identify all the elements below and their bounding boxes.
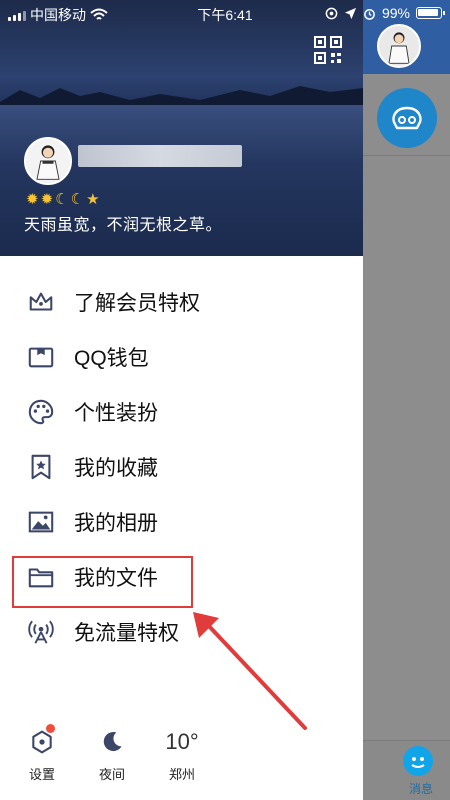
battery-icon	[416, 7, 445, 19]
clock-time: 下午6:41	[197, 7, 253, 23]
drawer-bottom-bar: 设置 夜间 10° 郑州	[0, 724, 363, 800]
palette-icon	[26, 397, 56, 427]
menu-item-label: QQ钱包	[74, 346, 149, 370]
avatar[interactable]	[24, 137, 72, 185]
profile-header: ✹ ✹ ☾ ☾ ★ 天雨虽宽，不润无根之草。	[0, 0, 363, 256]
moon-icon: ☾	[55, 191, 69, 208]
menu-item-wallet[interactable]: QQ钱包	[0, 329, 363, 384]
avatar[interactable]	[377, 24, 421, 68]
night-mode-label: 夜间	[98, 767, 125, 782]
settings-button[interactable]: 设置	[12, 724, 72, 783]
divider	[363, 155, 450, 156]
orientation-lock-icon	[325, 7, 338, 19]
night-mode-button[interactable]: 夜间	[82, 724, 142, 783]
annotation-arrow	[193, 612, 307, 730]
qq-level-badges[interactable]: ✹ ✹ ☾ ☾ ★	[26, 190, 100, 208]
menu-item-label: 我的收藏	[74, 456, 158, 480]
moon-icon: ☾	[70, 191, 85, 208]
city-label: 郑州	[168, 767, 195, 782]
menu-item-theme[interactable]: 个性装扮	[0, 384, 363, 439]
battery-percent: 99%	[381, 5, 410, 21]
moon-icon	[103, 731, 122, 752]
nickname-blurred	[78, 145, 242, 167]
qr-code-icon[interactable]	[314, 36, 342, 64]
menu-item-vip[interactable]: 了解会员特权	[0, 274, 363, 329]
star-icon: ★	[86, 191, 100, 208]
album-icon	[26, 507, 56, 537]
menu-item-label: 免流量特权	[74, 621, 179, 645]
notification-dot	[46, 724, 55, 733]
status-bar: 中国移动 下午6:41 99%	[0, 0, 450, 26]
alarm-icon	[364, 8, 375, 20]
settings-label: 设置	[28, 767, 55, 782]
bookmark-star-icon	[26, 452, 56, 482]
contact-avatar[interactable]	[377, 88, 437, 148]
avatar-figure-icon	[36, 145, 60, 180]
menu-item-label: 我的相册	[74, 511, 158, 535]
menu-item-label: 个性装扮	[74, 401, 158, 425]
wallet-icon	[26, 342, 56, 372]
menu-item-favorites[interactable]: 我的收藏	[0, 439, 363, 494]
messages-tab-icon[interactable]	[403, 746, 433, 776]
messages-tab-label[interactable]: 消息	[403, 780, 439, 797]
chat-bubble-icon	[392, 106, 422, 130]
background-main-screen[interactable]: 消息	[363, 0, 450, 800]
avatar-figure-icon	[388, 32, 410, 64]
menu-item-label: 了解会员特权	[74, 291, 200, 315]
broadcast-icon	[26, 617, 56, 647]
sun-icon: ✹	[40, 191, 54, 208]
personal-signature[interactable]: 天雨虽宽，不润无根之草。	[24, 211, 222, 235]
location-arrow-icon	[344, 7, 357, 19]
menu-item-album[interactable]: 我的相册	[0, 494, 363, 549]
annotation-highlight-box	[12, 556, 193, 608]
sun-icon: ✹	[26, 191, 39, 208]
crown-icon	[26, 287, 56, 317]
